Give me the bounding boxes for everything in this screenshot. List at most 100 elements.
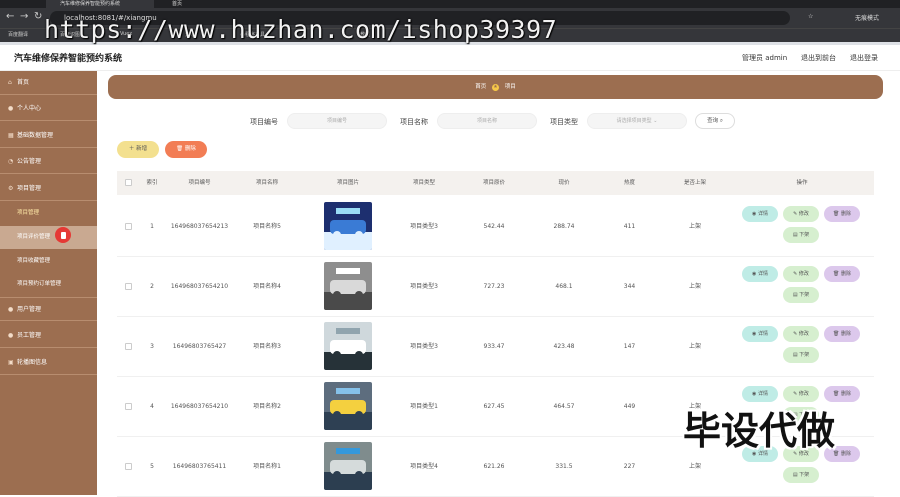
detail-label: 详情 — [757, 391, 768, 397]
edit-label: 修改 — [798, 211, 809, 217]
corner-watermark: 毕设代做 — [683, 409, 836, 453]
sidebar-item-project[interactable]: ⚙ 项目管理 — [0, 177, 97, 201]
trash-icon: 🗑 — [176, 146, 184, 152]
sidebar-subitem-project[interactable]: 项目管理 — [0, 202, 97, 225]
cell-heat: 147 — [623, 343, 636, 350]
cell-index: 4 — [150, 403, 154, 410]
detail-button[interactable]: ◉ 详情 — [742, 206, 778, 222]
table-row: 2 164968037654210 项目名称4 项目类型3 727.23 468.1 344… — [117, 257, 874, 317]
take-down-label: 下架 — [799, 472, 810, 478]
app-header: 汽车维修保养智能预约系统 管理员 admin 退出到前台 退出登录 — [0, 45, 900, 71]
code-search-input[interactable]: 项目编号 — [287, 113, 387, 129]
app-title: 汽车维修保养智能预约系统 — [14, 54, 123, 64]
cell-name: 项目名称4 — [253, 283, 281, 290]
gear-icon: ⚙ — [8, 185, 14, 192]
project-image — [324, 322, 372, 370]
profile-label[interactable]: 无痕模式 — [855, 13, 879, 22]
take-down-button[interactable]: ▤ 下架 — [783, 347, 819, 363]
take-down-button[interactable]: ▤ 下架 — [783, 287, 819, 303]
row-checkbox[interactable] — [125, 403, 132, 410]
th-status[interactable]: 是否上架 — [670, 171, 720, 195]
cell-heat: 449 — [623, 403, 636, 410]
browser-tab-other[interactable]: 首页 — [158, 0, 258, 8]
cell-name: 项目名称5 — [253, 223, 281, 230]
home-icon: ⌂ — [8, 79, 12, 86]
cell-heat: 411 — [623, 223, 636, 230]
sidebar-item-users[interactable]: ● 用户管理 — [0, 297, 97, 321]
add-button-label: 新增 — [136, 146, 148, 152]
sidebar-item-staff[interactable]: ● 员工管理 — [0, 324, 97, 348]
table-row: 3 16496803765427 项目名称3 项目类型3 933.47 423.48 147… — [117, 317, 874, 377]
cell-type: 项目类型4 — [410, 463, 438, 470]
table-header: 索引 项目编号 项目名称 项目图片 项目类型 项目原价 现价 热度 是否上架 操… — [117, 171, 874, 195]
cell-status: 上架 — [688, 283, 701, 290]
cell-index: 2 — [150, 283, 154, 290]
row-checkbox[interactable] — [125, 283, 132, 290]
code-filter-label: 项目编号 — [250, 118, 278, 126]
breadcrumb-current: 项目 — [504, 84, 516, 90]
sidebar-item-notice[interactable]: ◔ 公告管理 — [0, 150, 97, 174]
take-down-button[interactable]: ▤ 下架 — [783, 227, 819, 243]
sidebar-item-profile[interactable]: ● 个人中心 — [0, 97, 97, 121]
th-type[interactable]: 项目类型 — [399, 171, 449, 195]
sidebar-item-label: 公告管理 — [17, 158, 42, 165]
add-button[interactable]: ＋ 新增 — [117, 141, 159, 158]
type-select[interactable]: 请选择项目类型 ⌄ — [587, 113, 687, 129]
grid-icon: ▦ — [8, 132, 14, 139]
row-checkbox[interactable] — [125, 463, 132, 470]
cell-name: 项目名称2 — [253, 403, 281, 410]
take-down-button[interactable]: ▤ 下架 — [783, 467, 819, 483]
type-select-placeholder: 请选择项目类型 — [616, 118, 652, 124]
forward-icon[interactable]: → — [20, 11, 28, 22]
cell-heat: 227 — [623, 463, 636, 470]
edit-button[interactable]: ✎ 修改 — [783, 206, 819, 222]
sidebar-item-home[interactable]: ⌂ 首页 — [0, 71, 97, 95]
th-code[interactable]: 项目编号 — [167, 171, 232, 195]
logout-link[interactable]: 退出登录 — [850, 53, 878, 63]
edit-button[interactable]: ✎ 修改 — [783, 266, 819, 282]
cell-type: 项目类型3 — [410, 343, 438, 350]
row-checkbox[interactable] — [125, 343, 132, 350]
row-delete-button[interactable]: 🗑 删除 — [824, 266, 860, 282]
table-row: 1 164968037654213 项目名称5 项目类型3 542.44 288.74 41… — [117, 197, 874, 257]
select-all-checkbox[interactable] — [125, 179, 132, 186]
cell-type: 项目类型3 — [410, 283, 438, 290]
row-checkbox[interactable] — [125, 223, 132, 230]
detail-button[interactable]: ◉ 详情 — [742, 266, 778, 282]
row-delete-button[interactable]: 🗑 删除 — [824, 326, 860, 342]
cell-type: 项目类型1 — [410, 403, 438, 410]
th-image[interactable]: 项目图片 — [317, 171, 379, 195]
sidebar-subitem-favorite[interactable]: 项目收藏管理 — [0, 250, 97, 273]
take-down-label: 下架 — [799, 352, 810, 358]
cell-orig-price: 621.26 — [483, 463, 505, 470]
sidebar-item-carousel[interactable]: ▣ 轮播图信息 — [0, 351, 97, 375]
name-search-input[interactable]: 项目名称 — [437, 113, 537, 129]
sidebar-subitem-order[interactable]: 项目预约订单管理 — [0, 273, 97, 296]
th-price[interactable]: 现价 — [539, 171, 589, 195]
detail-button[interactable]: ◉ 详情 — [742, 326, 778, 342]
delete-button[interactable]: 🗑 删除 — [165, 141, 207, 158]
cell-status: 上架 — [688, 223, 701, 230]
breadcrumb: 首页 ★ 项目 — [108, 75, 883, 99]
sidebar: ⌂ 首页 ● 个人中心 ▦ 基础数据管理 ◔ 公告管理 ⚙ 项目管理 项目管理 项目评价管… — [0, 71, 97, 495]
th-orig-price[interactable]: 项目原价 — [469, 171, 519, 195]
cell-name: 项目名称3 — [253, 343, 281, 350]
sidebar-subitem-review[interactable]: 项目评价管理 — [0, 226, 97, 249]
delete-button-label: 删除 — [184, 146, 196, 152]
name-filter-label: 项目名称 — [400, 118, 428, 126]
image-icon: ▣ — [8, 359, 14, 366]
reload-icon[interactable]: ↻ — [34, 11, 42, 22]
back-to-front-link[interactable]: 退出到前台 — [801, 53, 836, 63]
bookmark-item[interactable]: 百度翻译 — [8, 31, 28, 38]
sidebar-item-basedata[interactable]: ▦ 基础数据管理 — [0, 124, 97, 148]
back-icon[interactable]: ← — [6, 11, 14, 22]
edit-button[interactable]: ✎ 修改 — [783, 326, 819, 342]
browser-tab-active[interactable]: 汽车维修保养智能预约系统 — [46, 0, 154, 8]
th-heat[interactable]: 热度 — [607, 171, 652, 195]
search-button[interactable]: 查询 ⌕ — [695, 113, 735, 129]
breadcrumb-home[interactable]: 首页 — [475, 84, 486, 90]
row-delete-button[interactable]: 🗑 删除 — [824, 206, 860, 222]
star-icon[interactable]: ☆ — [808, 13, 813, 20]
cell-code: 16496803765427 — [172, 343, 227, 350]
th-name[interactable]: 项目名称 — [242, 171, 292, 195]
